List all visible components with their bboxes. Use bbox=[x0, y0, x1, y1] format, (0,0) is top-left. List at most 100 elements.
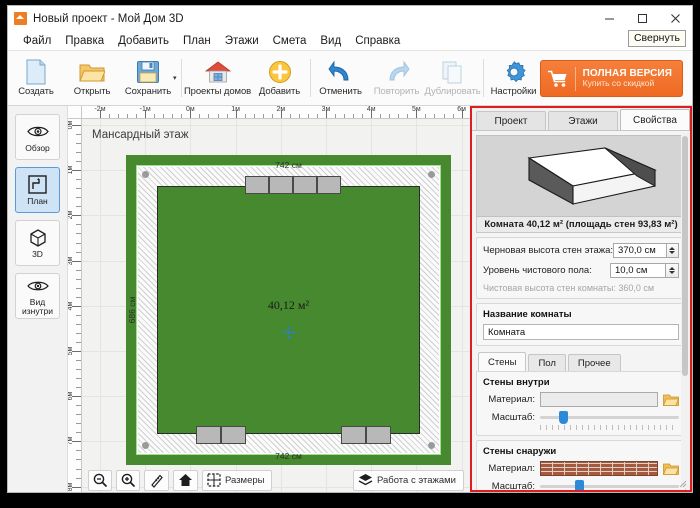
home-view-button[interactable] bbox=[173, 469, 198, 491]
subtab-other[interactable]: Прочее bbox=[567, 354, 621, 371]
ruler-tool-button[interactable] bbox=[144, 469, 169, 491]
toolbar-house-projects-button[interactable]: Проекты домов bbox=[184, 52, 252, 104]
plan-square-icon bbox=[28, 175, 47, 195]
window-segment[interactable] bbox=[293, 176, 317, 194]
room-summary-caption: Комната 40,12 м² (площадь стен 93,83 м²) bbox=[476, 217, 686, 233]
zoom-in-button[interactable] bbox=[116, 469, 140, 491]
plan-canvas-area[interactable]: -2м -1м 0м 1м 2м 3м 4м 5м 6м 0м 1м 2м 3м 4м 5м 6м 7м 8м … bbox=[68, 106, 470, 492]
resize-grip-icon[interactable] bbox=[677, 478, 687, 488]
menu-file[interactable]: Файл bbox=[16, 35, 58, 47]
toolbar-save-label: Сохранить bbox=[124, 86, 172, 97]
window-segment[interactable] bbox=[196, 426, 221, 444]
inner-walls-material-swatch[interactable] bbox=[540, 392, 658, 407]
wall-height-input[interactable]: 370,0 см bbox=[613, 243, 667, 258]
menu-plan[interactable]: План bbox=[176, 35, 218, 47]
ruler-minor-tick bbox=[76, 450, 81, 452]
move-cross-icon[interactable] bbox=[282, 325, 295, 339]
folder-open-icon[interactable] bbox=[663, 462, 679, 475]
sidebar-item-plan[interactable]: План bbox=[15, 167, 60, 213]
floors-manage-button[interactable]: Работа с этажами bbox=[352, 469, 464, 491]
slider-thumb[interactable] bbox=[574, 480, 584, 490]
height-settings-group: Черновая высота стен этажа: 370,0 см Уро… bbox=[476, 237, 686, 299]
menu-floors[interactable]: Этажи bbox=[218, 35, 266, 47]
caret-up-icon[interactable] bbox=[669, 247, 676, 250]
floor-plan-viewport[interactable]: Мансардный этаж 742 см 742 см 686 см 40,… bbox=[82, 119, 470, 492]
ruler-minor-tick bbox=[76, 296, 81, 298]
tab-properties[interactable]: Свойства bbox=[620, 109, 690, 130]
corner-handle[interactable] bbox=[142, 442, 149, 449]
toolbar-open-button[interactable]: Открыть bbox=[64, 52, 120, 104]
ruler-minor-tick bbox=[76, 188, 81, 190]
toolbar-undo-button[interactable]: Отменить bbox=[313, 52, 369, 104]
ruler-minor-tick bbox=[76, 405, 81, 407]
ruler-minor-tick bbox=[76, 423, 81, 425]
panel-scrollbar-thumb[interactable] bbox=[682, 136, 688, 376]
window-segment[interactable] bbox=[245, 176, 269, 194]
toolbar-group-file: Создать Открыть Сохранить ▾ bbox=[8, 51, 179, 105]
save-dropdown-caret[interactable]: ▾ bbox=[173, 74, 177, 82]
duplicate-pages-icon bbox=[441, 59, 465, 85]
surface-subtabs: Стены Пол Прочее bbox=[476, 352, 686, 371]
ruler-minor-tick bbox=[76, 161, 81, 163]
outer-walls-material-swatch[interactable] bbox=[540, 461, 658, 476]
tab-floors[interactable]: Этажи bbox=[548, 111, 618, 130]
floor-level-label: Уровень чистового пола: bbox=[483, 265, 592, 276]
caret-down-icon[interactable] bbox=[669, 271, 675, 274]
window-segment[interactable] bbox=[317, 176, 341, 194]
slider-thumb[interactable] bbox=[559, 411, 569, 424]
ruler-minor-tick bbox=[76, 360, 81, 362]
ruler-label: 6м bbox=[68, 391, 74, 401]
zoom-out-button[interactable] bbox=[88, 469, 112, 491]
toolbar-settings-button[interactable]: Настройки bbox=[486, 52, 542, 104]
minimize-button[interactable] bbox=[593, 6, 626, 31]
close-button[interactable] bbox=[659, 6, 692, 31]
floor-level-input[interactable]: 10,0 см bbox=[610, 263, 666, 278]
caret-up-icon[interactable] bbox=[669, 267, 675, 270]
toolbar-redo-button[interactable]: Повторить bbox=[369, 52, 425, 104]
folder-open-icon[interactable] bbox=[663, 393, 679, 406]
dimensions-grid-icon bbox=[207, 473, 221, 487]
corner-handle[interactable] bbox=[428, 442, 435, 449]
menu-help[interactable]: Справка bbox=[348, 35, 407, 47]
caret-down-icon[interactable] bbox=[669, 251, 676, 254]
menu-edit[interactable]: Правка bbox=[58, 35, 111, 47]
eye-icon bbox=[26, 122, 49, 142]
dimensions-button[interactable]: Размеры bbox=[202, 469, 273, 491]
toolbar-duplicate-button[interactable]: Дублировать bbox=[424, 52, 481, 104]
sidebar-item-3d[interactable]: 3D bbox=[15, 220, 60, 266]
corner-handle[interactable] bbox=[428, 171, 435, 178]
sidebar-item-overview[interactable]: Обзор bbox=[15, 114, 60, 160]
menu-estimate[interactable]: Смета bbox=[266, 35, 314, 47]
subtab-floor[interactable]: Пол bbox=[528, 354, 566, 371]
app-house-icon bbox=[14, 12, 27, 25]
toolbar-redo-label: Повторить bbox=[373, 86, 420, 97]
menu-bar: Файл Правка Добавить План Этажи Смета Ви… bbox=[8, 31, 692, 51]
zoom-out-icon bbox=[93, 473, 107, 487]
room-shape[interactable]: 742 см 742 см 686 см 40,12 м² bbox=[126, 155, 451, 465]
menu-add[interactable]: Добавить bbox=[111, 35, 176, 47]
corner-handle[interactable] bbox=[142, 171, 149, 178]
window-segment[interactable] bbox=[221, 426, 246, 444]
floor-level-stepper[interactable] bbox=[666, 263, 679, 278]
maximize-restore-button[interactable] bbox=[626, 6, 659, 31]
window-segment[interactable] bbox=[341, 426, 366, 444]
inner-walls-scale-slider[interactable] bbox=[540, 411, 679, 424]
window-segment[interactable] bbox=[269, 176, 293, 194]
toolbar-add-label: Добавить bbox=[258, 86, 301, 97]
menu-view[interactable]: Вид bbox=[313, 35, 348, 47]
room-name-title: Название комнаты bbox=[483, 309, 572, 320]
toolbar-save-button[interactable]: Сохранить bbox=[120, 52, 176, 104]
toolbar-new-button[interactable]: Создать bbox=[8, 52, 64, 104]
buy-full-version-button[interactable]: ПОЛНАЯ ВЕРСИЯ Купить со скидкой bbox=[539, 60, 683, 97]
window-segment[interactable] bbox=[366, 426, 391, 444]
inner-walls-material-label: Материал: bbox=[488, 394, 535, 405]
house-icon bbox=[204, 59, 231, 85]
sidebar-item-interior-view[interactable]: Вид изнутри bbox=[15, 273, 60, 319]
toolbar-add-button[interactable]: Добавить bbox=[252, 52, 308, 104]
outer-walls-scale-slider[interactable] bbox=[540, 480, 679, 490]
wall-height-stepper[interactable] bbox=[666, 243, 679, 258]
subtab-walls[interactable]: Стены bbox=[478, 352, 527, 371]
room-name-input[interactable]: Комната bbox=[483, 324, 679, 340]
panel-scrollbar[interactable] bbox=[681, 133, 689, 488]
tab-project[interactable]: Проект bbox=[476, 111, 546, 130]
